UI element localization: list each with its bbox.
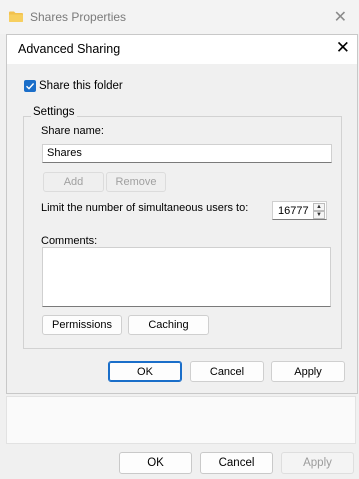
spin-down-icon[interactable]: ▼: [313, 211, 325, 219]
outer-ok-button[interactable]: OK: [119, 452, 192, 474]
outer-apply-button[interactable]: Apply: [281, 452, 354, 474]
outer-window-title: Shares Properties: [30, 10, 127, 24]
checkmark-icon: [26, 83, 35, 90]
ok-button[interactable]: OK: [108, 361, 182, 382]
outer-close-icon[interactable]: ✕: [334, 7, 347, 27]
permissions-button[interactable]: Permissions: [42, 315, 122, 335]
comments-textarea[interactable]: [42, 247, 331, 307]
user-limit-label: Limit the number of simultaneous users t…: [41, 202, 249, 214]
add-button[interactable]: Add: [43, 172, 104, 192]
outer-title-bar: Shares Properties ✕: [0, 0, 359, 34]
settings-group-label: Settings: [31, 106, 77, 118]
user-limit-value[interactable]: 16777: [278, 205, 309, 217]
cancel-button[interactable]: Cancel: [190, 361, 264, 382]
share-folder-label[interactable]: Share this folder: [39, 80, 123, 92]
spinner-buttons: ▲ ▼: [313, 203, 325, 219]
apply-button[interactable]: Apply: [271, 361, 345, 382]
spin-up-icon[interactable]: ▲: [313, 203, 325, 211]
share-folder-checkbox[interactable]: [24, 80, 36, 92]
dialog-title-bar: Advanced Sharing ✕: [7, 35, 357, 64]
folder-icon: [9, 11, 23, 22]
advanced-sharing-dialog: Advanced Sharing ✕ Share this folder Set…: [6, 34, 358, 394]
comments-label: Comments:: [41, 235, 98, 247]
caching-button[interactable]: Caching: [128, 315, 209, 335]
share-name-input[interactable]: Shares: [42, 144, 332, 163]
remove-button[interactable]: Remove: [106, 172, 166, 192]
outer-content-panel: [6, 396, 356, 444]
dialog-close-icon[interactable]: ✕: [336, 38, 350, 58]
user-limit-spinner[interactable]: 16777 ▲ ▼: [272, 201, 327, 220]
share-name-label: Share name:: [41, 125, 104, 137]
share-folder-checkbox-row[interactable]: Share this folder: [24, 80, 123, 92]
dialog-title: Advanced Sharing: [18, 42, 121, 56]
outer-cancel-button[interactable]: Cancel: [200, 452, 273, 474]
